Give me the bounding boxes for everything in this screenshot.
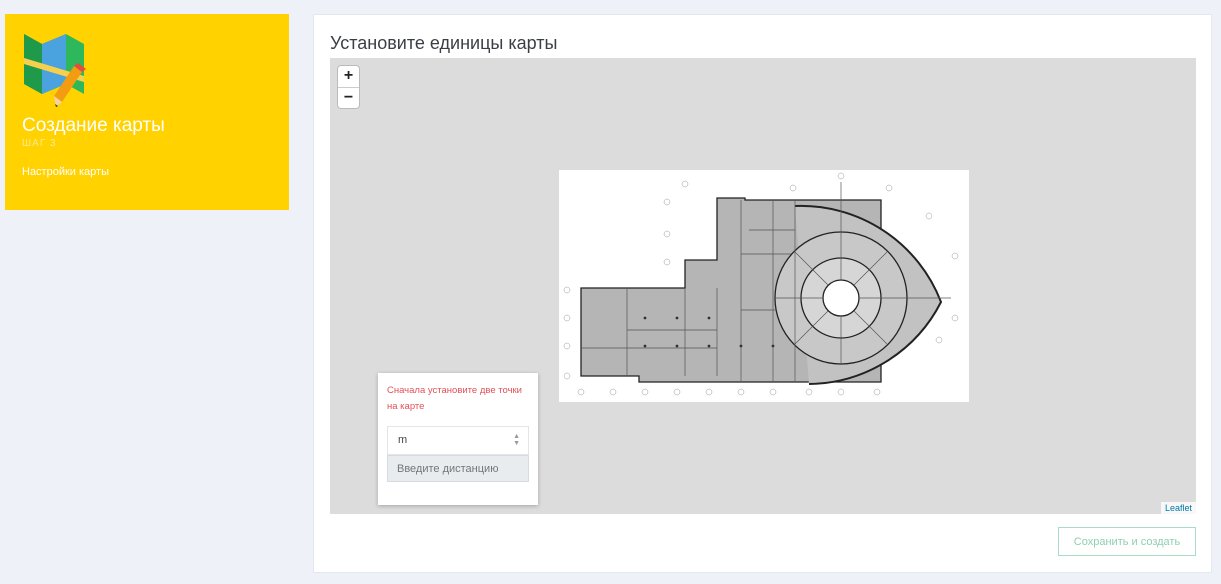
zoom-out-button[interactable]: −: [338, 87, 359, 108]
zoom-control: + −: [338, 66, 359, 108]
leaflet-attribution-link[interactable]: Leaflet: [1160, 502, 1196, 514]
zoom-in-button[interactable]: +: [338, 66, 359, 87]
wizard-step: ШАГ 3: [22, 138, 57, 149]
wizard-description: Настройки карты: [22, 166, 109, 178]
wizard-title: Создание карты: [22, 115, 165, 136]
map-settings-card: Установите единицы карты + − Leaflet Сна…: [313, 14, 1212, 573]
set-points-hint: Сначала установите две точки на карте: [387, 385, 522, 412]
select-arrows-icon: ▲ ▼: [513, 433, 520, 447]
distance-input[interactable]: [387, 455, 529, 482]
unit-select-value: m: [398, 434, 408, 446]
unit-select[interactable]: m ▲ ▼: [387, 426, 529, 455]
unit-settings-panel: Сначала установите две точки на карте m …: [378, 373, 538, 505]
wizard-card: Создание карты ШАГ 3 Настройки карты: [5, 14, 289, 210]
map-pencil-icon: [24, 34, 86, 107]
page-title: Установите единицы карты: [330, 33, 558, 53]
floor-plan-image[interactable]: [559, 170, 969, 402]
save-and-create-button[interactable]: Сохранить и создать: [1058, 527, 1196, 556]
map-canvas[interactable]: + − Leaflet Сначала установите две точки…: [330, 58, 1196, 514]
